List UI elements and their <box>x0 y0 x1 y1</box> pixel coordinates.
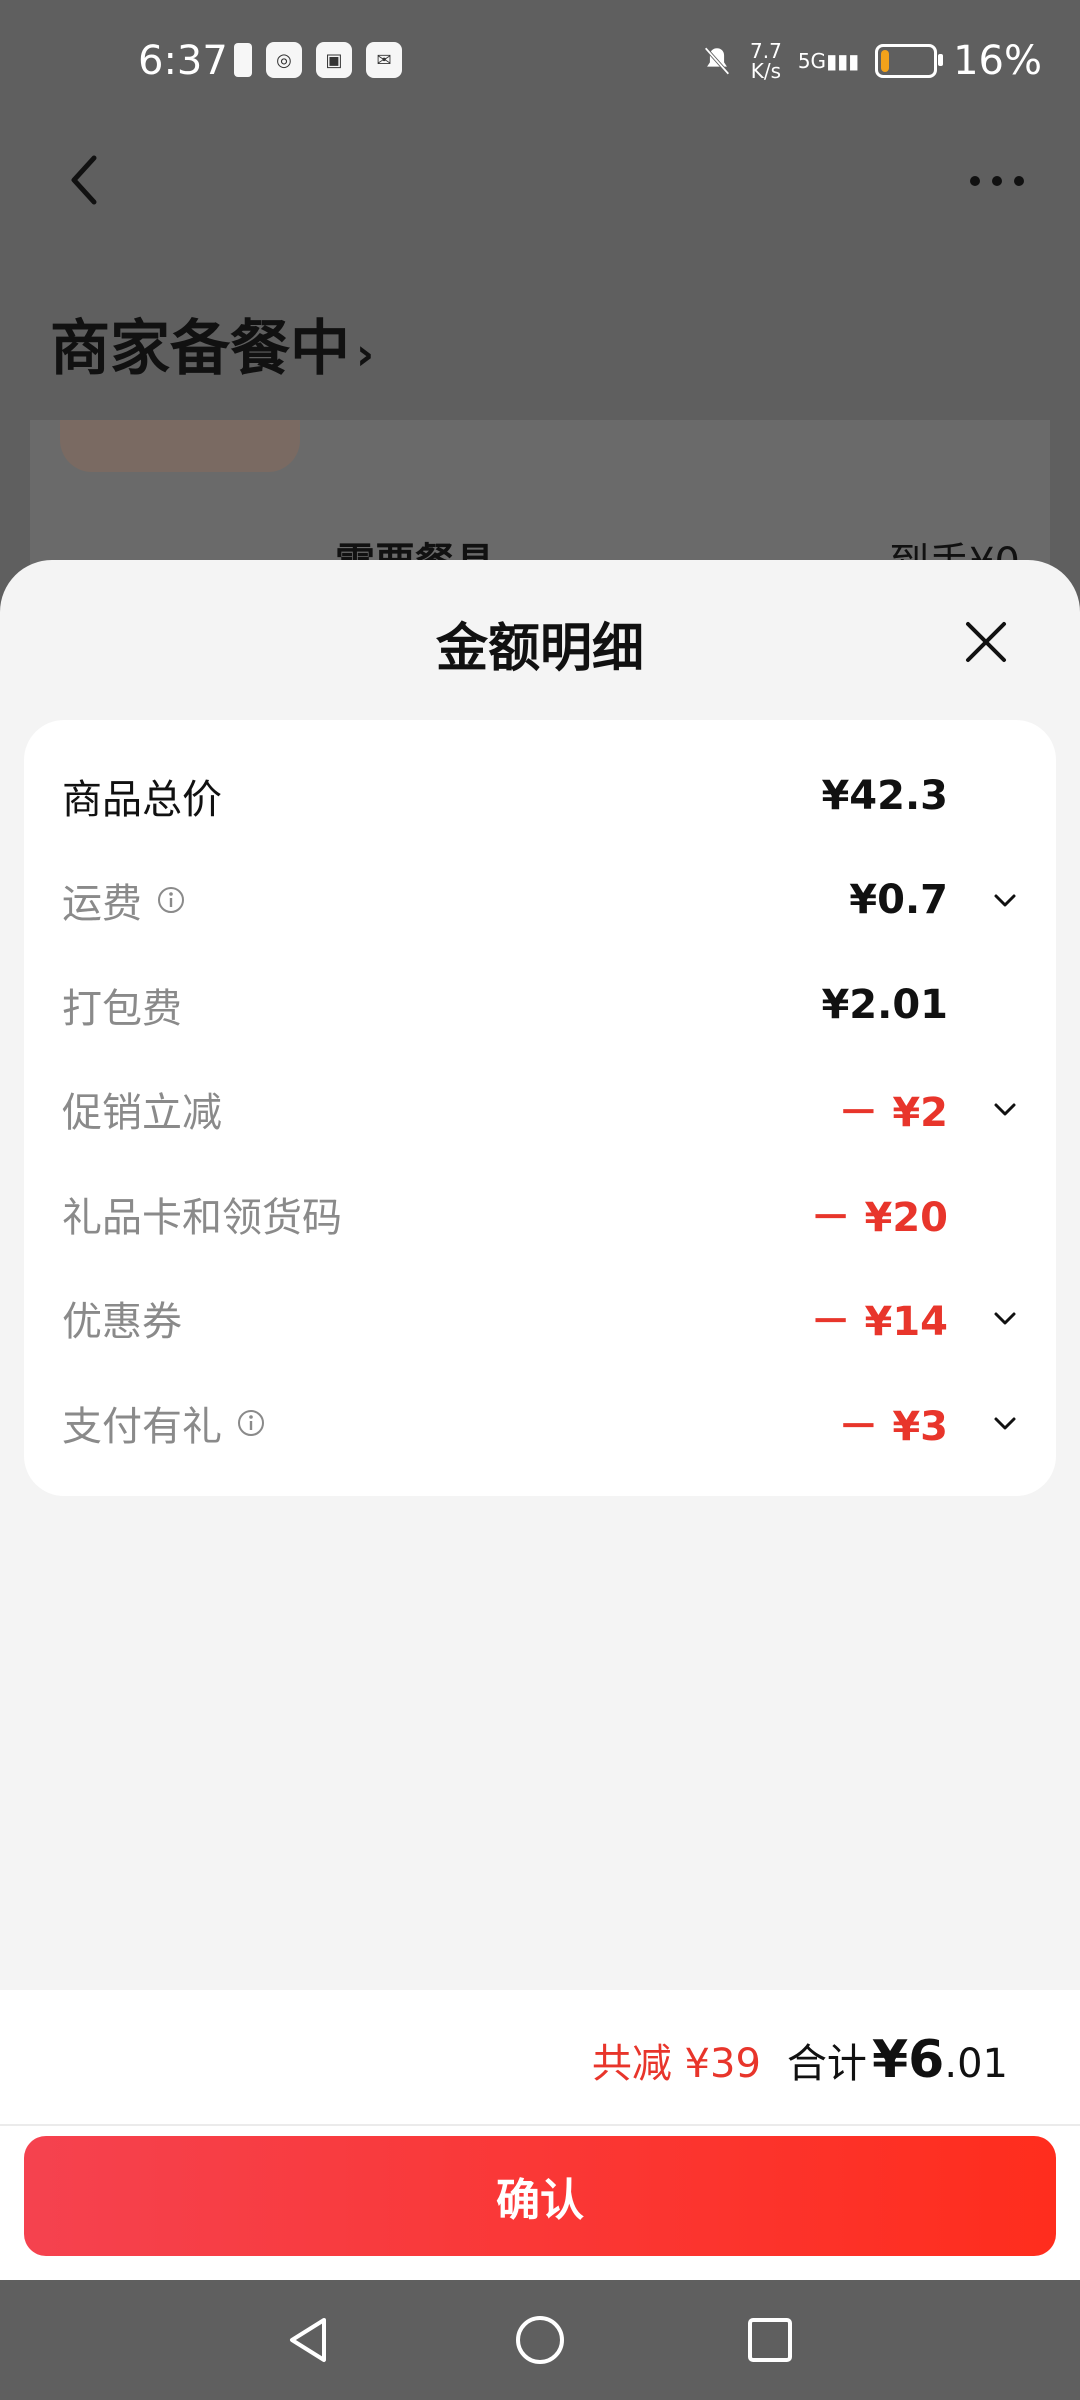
battery-fill <box>881 50 890 72</box>
more-dot-3 <box>1014 176 1024 186</box>
row-label-text: 商品总价 <box>62 777 222 823</box>
row-promotion-discount[interactable]: 促销立减 － ¥2 <box>62 1079 1020 1139</box>
total-label: 合计 <box>786 2041 867 2087</box>
total-int: ¥6 <box>872 2030 945 2090</box>
sheet-title: 金额明细 <box>435 619 644 679</box>
status-right: 7.7 K/s 5G▮▮▮ 16% <box>700 38 1042 84</box>
notification-icons: ◎ ▣ ✉ <box>234 42 402 78</box>
more-dot-2 <box>992 176 1002 186</box>
row-label: 礼品卡和领货码 <box>62 1185 342 1243</box>
row-label: 支付有礼 <box>62 1394 266 1452</box>
chevron-down-icon[interactable] <box>990 1303 1020 1333</box>
total-dec: .01 <box>944 2041 1008 2087</box>
row-label-text: 运费 <box>62 881 142 927</box>
row-label-text: 礼品卡和领货码 <box>62 1195 342 1241</box>
battery-icon <box>875 44 944 78</box>
row-label-text: 打包费 <box>62 986 182 1032</box>
close-icon[interactable] <box>962 618 1010 666</box>
row-value: － ¥2 <box>838 1090 948 1136</box>
bank-app-icon: ◎ <box>266 42 302 78</box>
order-status-text: 商家备餐中 <box>50 314 350 384</box>
confirm-button[interactable]: 确认 <box>24 2136 1056 2256</box>
row-value: ¥42.3 <box>821 773 948 819</box>
net-speed-value: 7.7 <box>750 39 782 63</box>
back-icon[interactable] <box>64 150 104 210</box>
amount-detail-card: 商品总价 ¥42.3 运费 ¥0.7 打包费 ¥2.01 促销立减 － ¥2 礼… <box>24 720 1056 1496</box>
more-dot-1 <box>970 176 980 186</box>
chevron-down-icon[interactable] <box>990 885 1020 915</box>
row-label: 打包费 <box>62 976 182 1034</box>
net-speed-unit: K/s <box>750 59 782 83</box>
total-amount: 合计 ¥6.01 <box>787 2030 1008 2090</box>
shopping-app-icon: ▣ <box>316 42 352 78</box>
row-packing-fee: 打包费 ¥2.01 <box>62 975 1020 1035</box>
row-value: － ¥3 <box>838 1404 948 1450</box>
signal-icon: 5G▮▮▮ <box>797 49 860 73</box>
row-value: － ¥20 <box>810 1195 948 1241</box>
info-icon[interactable] <box>236 1408 266 1438</box>
row-label: 运费 <box>62 871 186 929</box>
order-status-title[interactable]: 商家备餐中 › <box>50 300 374 387</box>
row-label: 促销立减 <box>62 1080 222 1138</box>
row-payment-gift[interactable]: 支付有礼 － ¥3 <box>62 1393 1020 1453</box>
bell-muted-icon <box>704 47 730 75</box>
more-icon[interactable] <box>970 176 1024 186</box>
row-value: ¥0.7 <box>849 877 948 923</box>
nav-back-icon[interactable] <box>278 2310 338 2370</box>
row-delivery-fee[interactable]: 运费 ¥0.7 <box>62 870 1020 930</box>
system-navigation-bar <box>0 2280 1080 2400</box>
total-discount: 共减 ¥39 <box>591 2041 761 2087</box>
row-value: ¥2.01 <box>821 982 948 1028</box>
row-goods-total: 商品总价 ¥42.3 <box>62 766 1020 826</box>
totals-summary: 共减 ¥39 合计 ¥6.01 <box>592 2030 1008 2090</box>
nav-home-icon[interactable] <box>510 2310 570 2370</box>
row-label: 商品总价 <box>62 767 222 825</box>
row-label-text: 促销立减 <box>62 1090 222 1136</box>
chevron-down-icon[interactable] <box>990 1094 1020 1124</box>
chevron-down-icon[interactable] <box>990 1408 1020 1438</box>
status-bar: 6:37 ◎ ▣ ✉ 7.7 K/s 5G▮▮▮ 16% <box>0 0 1080 130</box>
row-label-text: 支付有礼 <box>62 1404 222 1450</box>
battery-percent: 16% <box>953 38 1042 84</box>
nav-recents-icon[interactable] <box>740 2310 800 2370</box>
chevron-right-icon: › <box>356 329 375 380</box>
info-icon[interactable] <box>156 885 186 915</box>
battery-alert-icon <box>234 43 252 77</box>
wechat-icon: ✉ <box>366 42 402 78</box>
network-type: 5G <box>797 49 827 73</box>
row-gift-card: 礼品卡和领货码 － ¥20 <box>62 1184 1020 1244</box>
row-coupon[interactable]: 优惠券 － ¥14 <box>62 1288 1020 1348</box>
row-label-text: 优惠券 <box>62 1299 182 1345</box>
row-value: － ¥14 <box>810 1299 948 1345</box>
product-thumbnail <box>60 420 300 472</box>
network-speed: 7.7 K/s <box>750 41 782 81</box>
status-time: 6:37 <box>138 38 228 84</box>
row-label: 优惠券 <box>62 1289 182 1347</box>
